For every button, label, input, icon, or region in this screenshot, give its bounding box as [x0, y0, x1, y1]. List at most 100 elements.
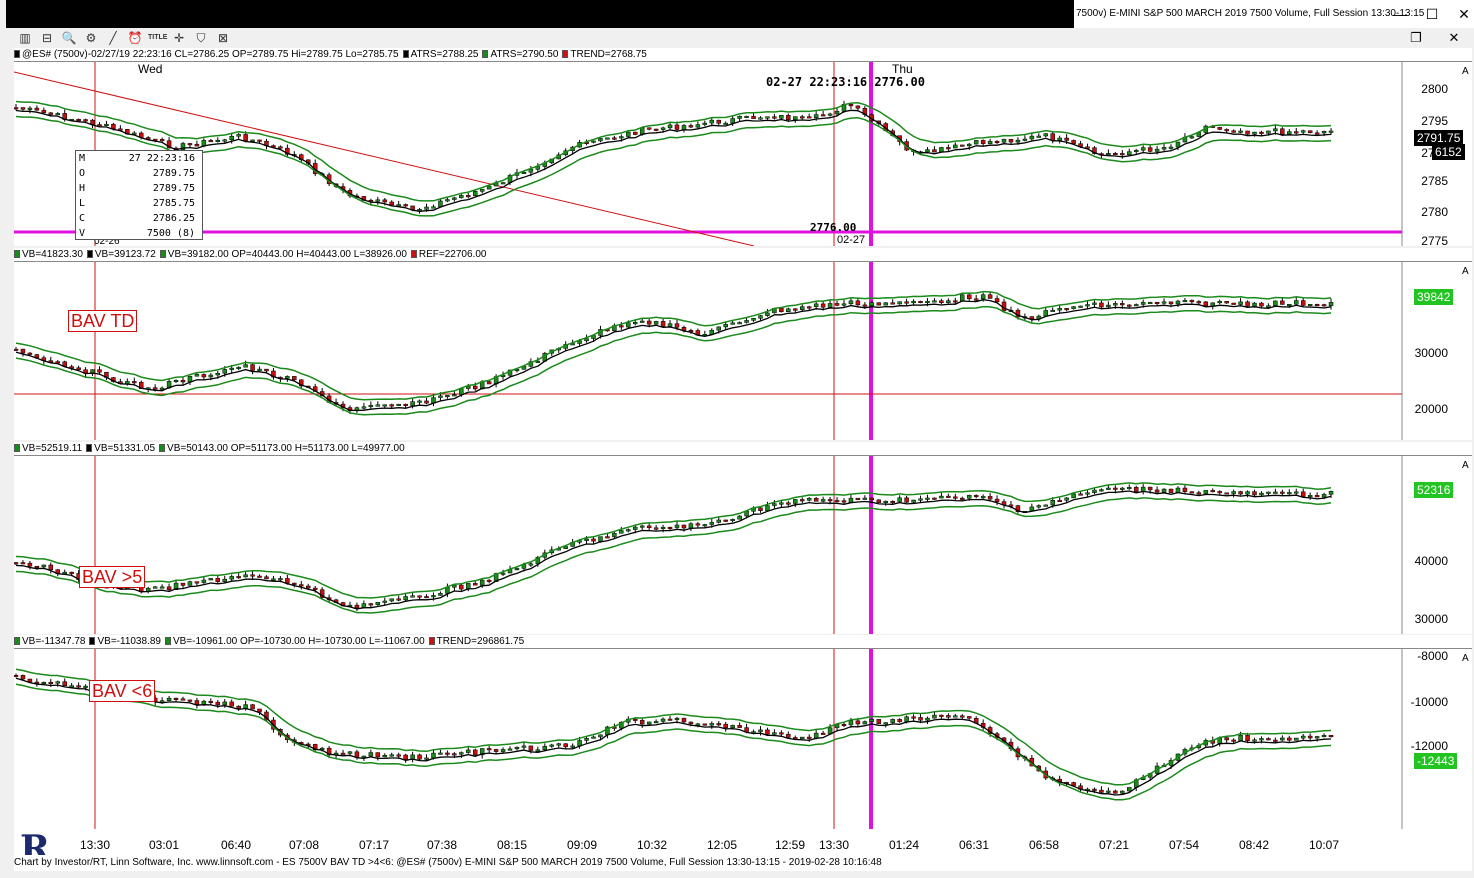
candle-body [786, 308, 791, 312]
candle-body [1238, 491, 1243, 495]
line-tool-icon[interactable]: ╱ [104, 30, 122, 46]
price-chart[interactable] [14, 62, 1472, 246]
tooltip-value: 2789.75 [152, 168, 195, 179]
candle-body [1287, 303, 1292, 306]
pane-autoscale-button[interactable]: A [1462, 653, 1469, 664]
bav-gt5-chart[interactable] [14, 456, 1472, 634]
candle-body [758, 117, 763, 120]
candle-body [1217, 127, 1222, 130]
bav-td-chart[interactable] [14, 262, 1472, 440]
candle-body [904, 716, 909, 722]
candle-body [688, 523, 694, 529]
close-button[interactable]: ✕ [1456, 6, 1472, 22]
candle-bars-icon[interactable]: ▥ [16, 30, 34, 46]
candle-body [960, 497, 965, 500]
candle-body [980, 496, 986, 499]
candle-body [1252, 131, 1257, 135]
candle-body [347, 751, 353, 754]
candle-body [1092, 302, 1097, 305]
bav-lt6-legend: VB=-11347.78 VB=-11038.89 VB=-10961.00 OP=… [14, 635, 1472, 649]
bav-lt6-pane[interactable]: VB=-11347.78 VB=-11038.89 VB=-10961.00 OP=… [14, 635, 1472, 829]
candle-body [1321, 131, 1327, 134]
pane-autoscale-button[interactable]: A [1462, 66, 1469, 77]
candle-body [939, 147, 944, 153]
candle-body [1273, 300, 1278, 306]
candle-body [918, 300, 923, 303]
candle-body [403, 754, 408, 760]
annotation-bav-lt6[interactable]: BAV <6 [89, 680, 156, 702]
annotation-bav-td[interactable]: BAV TD [68, 310, 138, 332]
mdi-close-button[interactable]: ✕ [1446, 30, 1462, 46]
upper-band [15, 482, 1332, 599]
bucket-icon[interactable]: ⊠ [214, 30, 232, 46]
window-titlebar[interactable]: 7500v) E-MINI S&P 500 MARCH 2019 7500 Vo… [1074, 0, 1474, 28]
candle-body [201, 700, 207, 705]
candle-body [1280, 300, 1285, 305]
bell-icon[interactable]: ⛉ [192, 30, 210, 46]
bav-lt6-chart[interactable] [14, 649, 1472, 829]
candle-body [1189, 491, 1195, 494]
candle-body [194, 581, 200, 584]
price-pane[interactable]: @ES# (7500v)-02/27/19 22:23:16 CL=2786.2… [14, 48, 1472, 246]
candle-body [194, 143, 200, 147]
candle-body [820, 499, 826, 502]
title-tool-icon[interactable]: TITLE [148, 30, 167, 46]
alarm-icon[interactable]: ⏰ [126, 30, 144, 46]
candle-body [1161, 301, 1167, 304]
candle-body [667, 718, 673, 721]
maximize-button[interactable]: ☐ [1424, 6, 1440, 22]
candle-body [236, 366, 241, 369]
annotation-bav-gt5[interactable]: BAV >5 [79, 566, 146, 588]
candle-body [633, 322, 638, 325]
candle-body [445, 752, 450, 755]
last-value-box: 52316 [1414, 482, 1454, 498]
bav-td-pane[interactable]: VB=41823.30 VB=39123.72 VB=39182.00 OP=404… [14, 248, 1472, 440]
candle-body [1259, 131, 1264, 134]
candle-body [1294, 737, 1299, 741]
candle-body [598, 138, 603, 142]
candle-body [1001, 138, 1007, 143]
legend-text: REF=22706.00 [418, 249, 487, 260]
candle-body [674, 323, 680, 328]
candle-body [925, 149, 930, 153]
candle-body [152, 387, 158, 390]
crosshair-icon[interactable]: ✛ [170, 30, 188, 46]
candle-body [20, 107, 26, 110]
candle-body [542, 745, 548, 750]
legend-swatch [410, 250, 417, 258]
y-axis-label: 40000 [1414, 554, 1448, 568]
candle-body [1273, 491, 1278, 494]
candle-body [1307, 304, 1313, 307]
candle-body [1252, 302, 1257, 307]
tooltip-row: M 27 22:23:16 [76, 151, 202, 166]
gear-icon[interactable]: ⚙ [82, 30, 100, 46]
candle-body [173, 379, 179, 382]
candle-body [1224, 492, 1229, 495]
legend-item: VB=39182.00 OP=40443.00 H=40443.00 L=389… [159, 248, 407, 261]
candle-body [20, 348, 26, 354]
candle-body [834, 110, 840, 115]
bav-gt5-pane[interactable]: VB=52519.11 VB=51331.05 VB=50143.00 OP=511… [14, 442, 1472, 634]
restore-button[interactable]: ❐ [1408, 30, 1424, 46]
y-axis-label: 2775 [1421, 234, 1448, 248]
candle-body [396, 403, 401, 406]
candle-body [1078, 305, 1083, 308]
candle-body [667, 526, 673, 529]
pane-autoscale-button[interactable]: A [1462, 266, 1469, 277]
lower-band [15, 305, 1332, 416]
candle-body [438, 752, 443, 755]
minimize-button[interactable]: — [1392, 6, 1408, 22]
candle-body [598, 734, 603, 738]
candle-body [1140, 147, 1146, 151]
zoom-icon[interactable]: 🔍 [60, 30, 78, 46]
candle-body [584, 338, 589, 342]
candle-body [813, 114, 819, 118]
legend-item: VB=50143.00 OP=51173.00 H=51173.00 L=499… [159, 442, 405, 455]
candle-body [570, 745, 575, 748]
ruler-icon[interactable]: ⊟ [38, 30, 56, 46]
pane-autoscale-button[interactable]: A [1462, 460, 1469, 471]
time-tick-label: 06:58 [1028, 838, 1060, 852]
candle-body [445, 395, 450, 398]
chart-toolbar: ▥ ⊟ 🔍 ⚙ ╱ ⏰ TITLE ✛ ⛉ ⊠ [12, 28, 1474, 48]
candle-body [285, 578, 290, 584]
